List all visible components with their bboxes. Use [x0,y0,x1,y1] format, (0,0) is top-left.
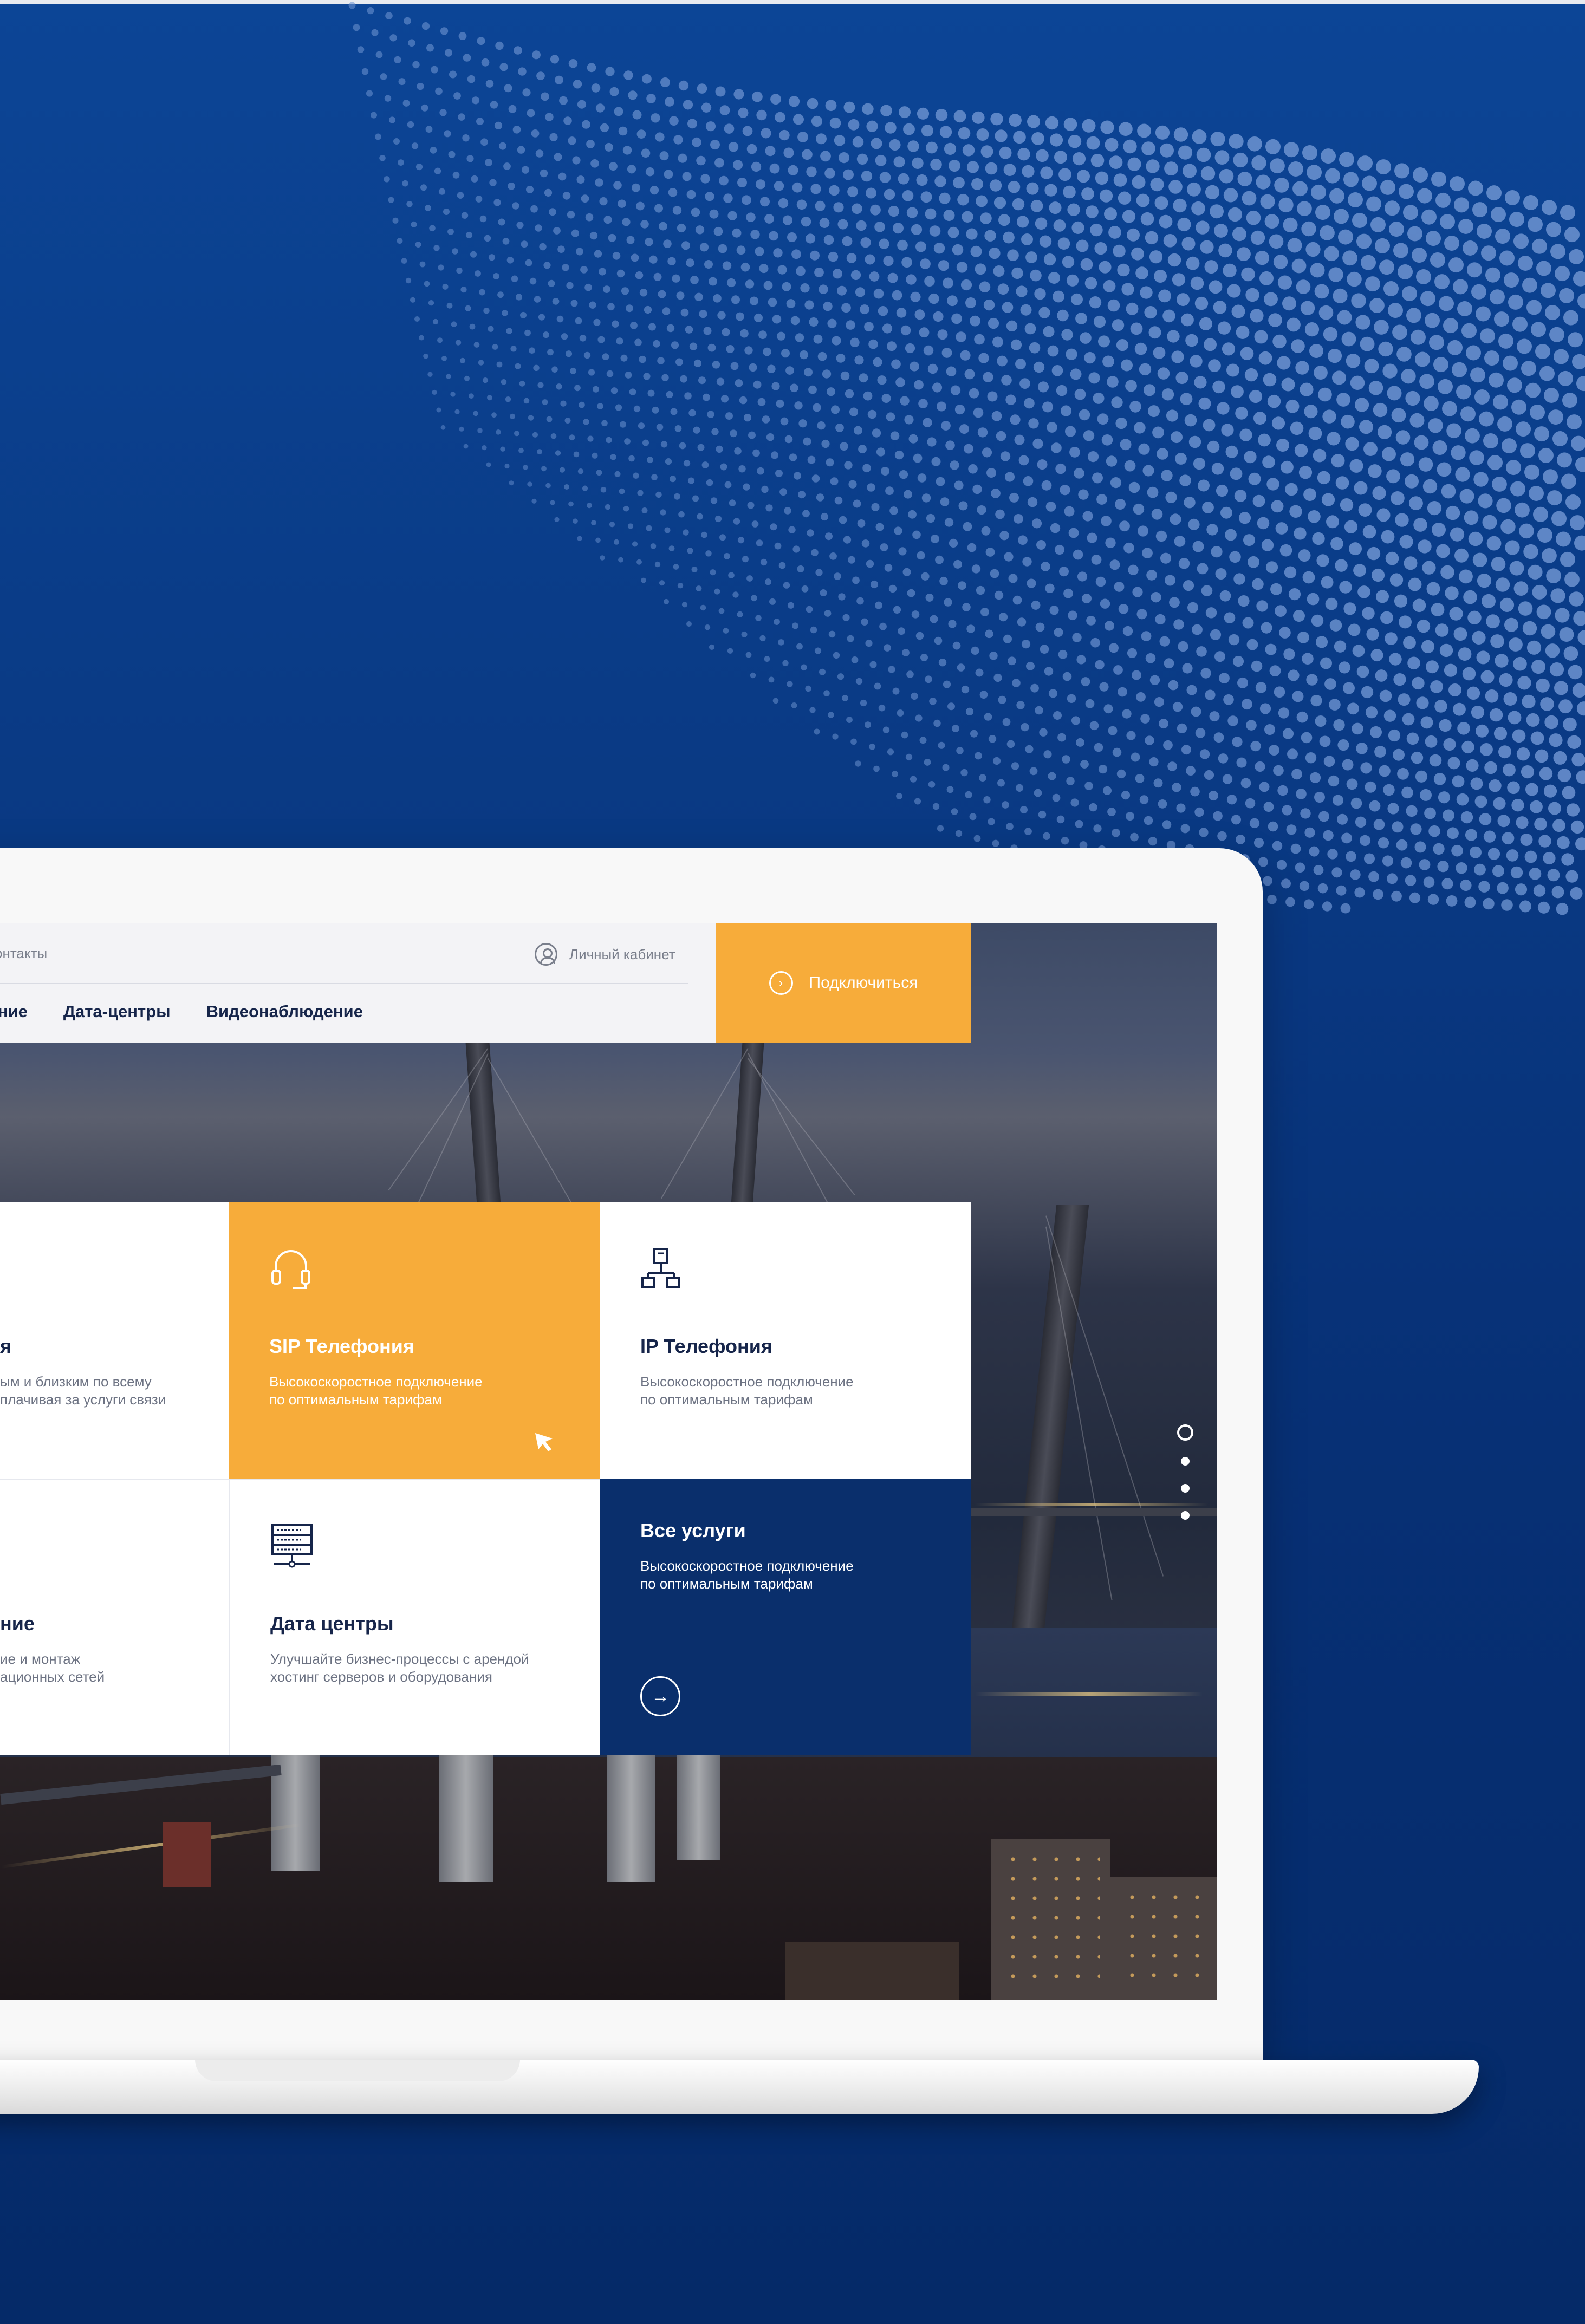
slider-dot-2[interactable] [1181,1457,1190,1466]
slider-dot-3[interactable] [1181,1484,1190,1493]
headset-icon [271,1250,310,1289]
slider-dot-1[interactable] [1177,1424,1193,1441]
tile-title: Дата центры [270,1612,394,1635]
account-label: Личный кабинет [569,946,675,962]
slider-dot-4[interactable] [1181,1511,1190,1520]
tile-title: Все услуги [640,1519,746,1541]
service-tile-left-top[interactable]: я ым и близким по всему плачивая за услу… [0,1202,229,1479]
nav-item-datacenters[interactable]: Дата-центры [63,1002,171,1021]
main-nav: вание Дата-центры Видеонаблюдение [0,1002,363,1021]
contacts-link[interactable]: онтакты [0,945,47,962]
tile-title: IP Телефония [640,1335,772,1357]
service-tile-sip[interactable]: SIP Телефония Высокоскоростное подключен… [229,1202,600,1479]
service-tile-left-bottom[interactable]: ние ие и монтаж ационных сетей [0,1479,229,1755]
tile-title: я [0,1335,12,1357]
site-header: онтакты Личный кабинет вание Дата-центры… [0,923,716,1043]
tile-description: Высокоскоростное подключение по оптималь… [640,1558,854,1592]
laptop-screen: онтакты Личный кабинет вание Дата-центры… [0,923,1217,2000]
dot-wave-pattern [348,2,1585,915]
header-divider [0,983,688,984]
cursor-icon [535,1433,553,1451]
user-circle-icon [535,943,557,966]
server-icon [271,1524,313,1568]
tile-title: SIP Телефония [269,1335,414,1357]
tile-description: Высокоскоростное подключение по оптималь… [269,1373,483,1408]
tile-description: Высокоскоростное подключение по оптималь… [640,1373,854,1408]
connect-button[interactable]: › Подключиться [716,923,971,1043]
service-tile-ip[interactable]: IP Телефония Высокоскоростное подключени… [600,1202,971,1479]
connect-label: Подключиться [809,974,918,992]
play-circle-icon: › [769,971,793,995]
tile-description: Улучшайте бизнес-процессы с арендой хост… [270,1651,529,1685]
arrow-right-icon[interactable]: → [640,1676,680,1716]
account-link[interactable]: Личный кабинет [535,941,675,968]
network-icon [641,1248,680,1288]
laptop-notch [195,2060,520,2081]
service-tile-datacenter[interactable]: Дата центры Улучшайте бизнес-процессы с … [229,1479,600,1755]
tile-title: ние [0,1612,35,1635]
nav-item-partial[interactable]: вание [0,1002,28,1021]
service-tile-all[interactable]: Все услуги Высокоскоростное подключение … [600,1479,971,1755]
nav-item-video[interactable]: Видеонаблюдение [206,1002,363,1021]
